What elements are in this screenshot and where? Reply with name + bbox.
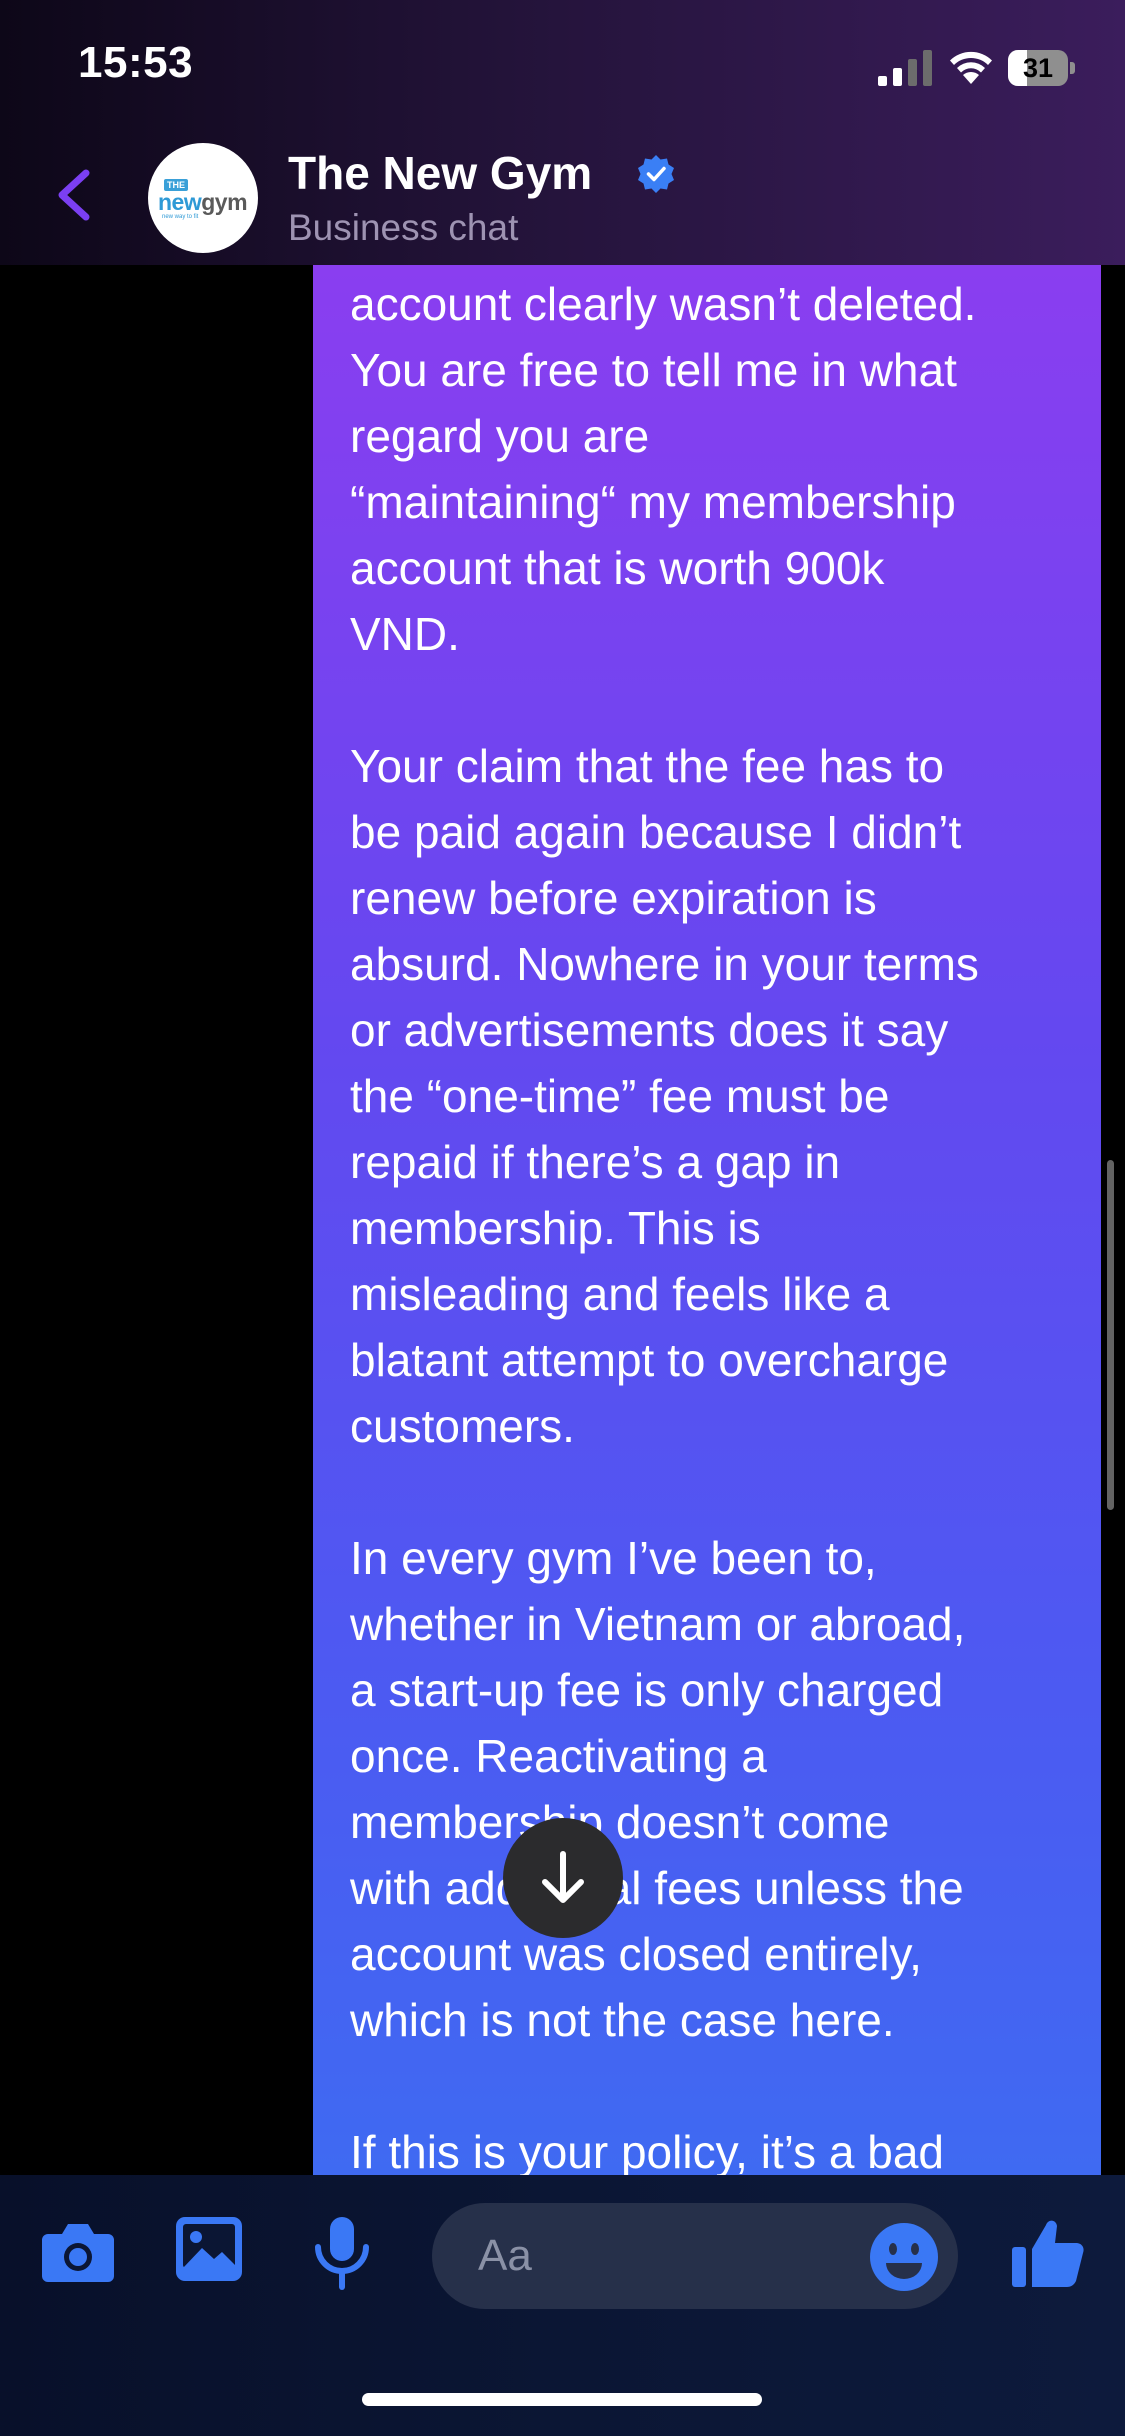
chat-subtitle: Business chat <box>288 207 519 248</box>
wifi-icon <box>950 51 992 84</box>
contact-name[interactable]: The New Gym <box>288 146 592 200</box>
back-button[interactable] <box>40 155 110 235</box>
verified-badge-icon <box>638 155 674 193</box>
scrollbar[interactable] <box>1107 1160 1114 1510</box>
battery-percentage: 31 <box>1022 53 1054 83</box>
battery-icon: 31 <box>1008 50 1076 86</box>
thumbs-up-icon[interactable] <box>1010 2215 1086 2291</box>
avatar[interactable]: THE newgym new way to fit <box>148 143 258 253</box>
avatar-logo-tagline: new way to fit <box>162 214 199 220</box>
cellular-signal-icon <box>878 50 932 86</box>
home-indicator[interactable] <box>362 2393 762 2406</box>
camera-icon[interactable] <box>40 2220 116 2284</box>
arrow-down-icon <box>542 1851 584 1903</box>
image-icon[interactable] <box>174 2215 244 2283</box>
emoji-icon[interactable] <box>868 2221 940 2293</box>
scroll-to-bottom-button[interactable] <box>503 1818 623 1938</box>
microphone-icon[interactable] <box>310 2215 374 2293</box>
message-text: account clearly wasn’t deleted. You are … <box>350 278 979 2175</box>
status-bar: 15:53 31 <box>0 0 1125 130</box>
status-time: 15:53 <box>78 38 194 87</box>
avatar-logo: newgym <box>158 189 248 215</box>
